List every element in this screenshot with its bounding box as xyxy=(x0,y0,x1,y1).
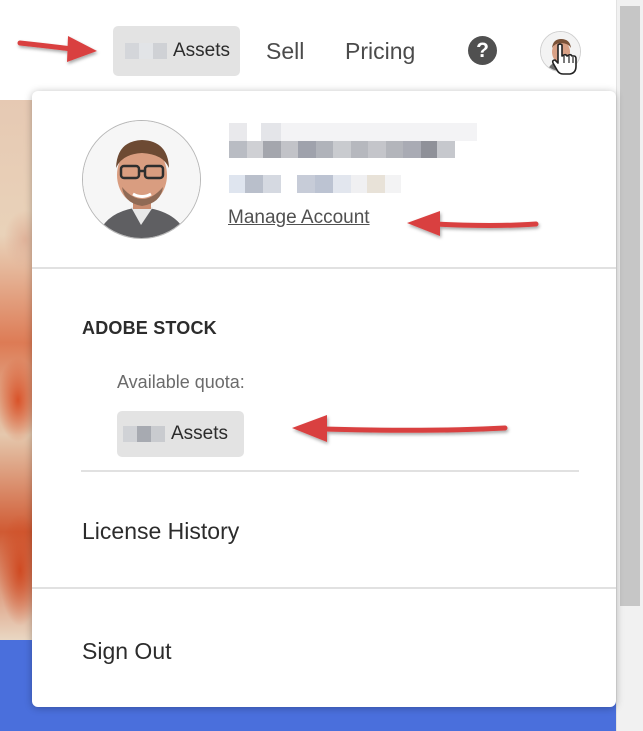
profile-photo-image xyxy=(83,121,200,238)
annotation-arrow-assets xyxy=(17,36,97,62)
divider-menu xyxy=(32,587,616,589)
redacted-user-name xyxy=(229,123,477,141)
license-history-link[interactable]: License History xyxy=(82,518,239,545)
redacted-user-name-line2 xyxy=(229,141,455,158)
manage-account-link[interactable]: Manage Account xyxy=(228,207,370,229)
adobe-stock-heading: ADOBE STOCK xyxy=(82,318,217,338)
assets-label: Assets xyxy=(173,40,231,61)
pricing-link[interactable]: Pricing xyxy=(345,38,415,65)
profile-avatar xyxy=(82,120,201,239)
quota-assets-label: Assets xyxy=(171,423,229,444)
annotation-arrow-quota xyxy=(292,415,508,442)
hand-pointer-icon xyxy=(551,43,577,75)
page-scrollbar[interactable] xyxy=(616,0,643,731)
account-dropdown-panel: Manage Account ADOBE STOCK Available quo… xyxy=(32,91,616,707)
sell-link[interactable]: Sell xyxy=(266,38,304,65)
divider-profile xyxy=(32,267,616,269)
question-circle-icon[interactable]: ? xyxy=(468,36,497,65)
available-quota-badge: Assets xyxy=(117,411,244,457)
divider-quota xyxy=(81,470,579,472)
redacted-asset-count xyxy=(125,43,167,59)
available-quota-label: Available quota: xyxy=(117,372,245,392)
redacted-quota-count xyxy=(123,426,165,442)
sign-out-link[interactable]: Sign Out xyxy=(82,638,172,665)
redacted-user-email xyxy=(229,175,401,193)
annotation-arrow-manage-account xyxy=(407,211,539,236)
assets-count-button[interactable]: Assets xyxy=(113,26,240,76)
scrollbar-thumb[interactable] xyxy=(620,6,640,606)
